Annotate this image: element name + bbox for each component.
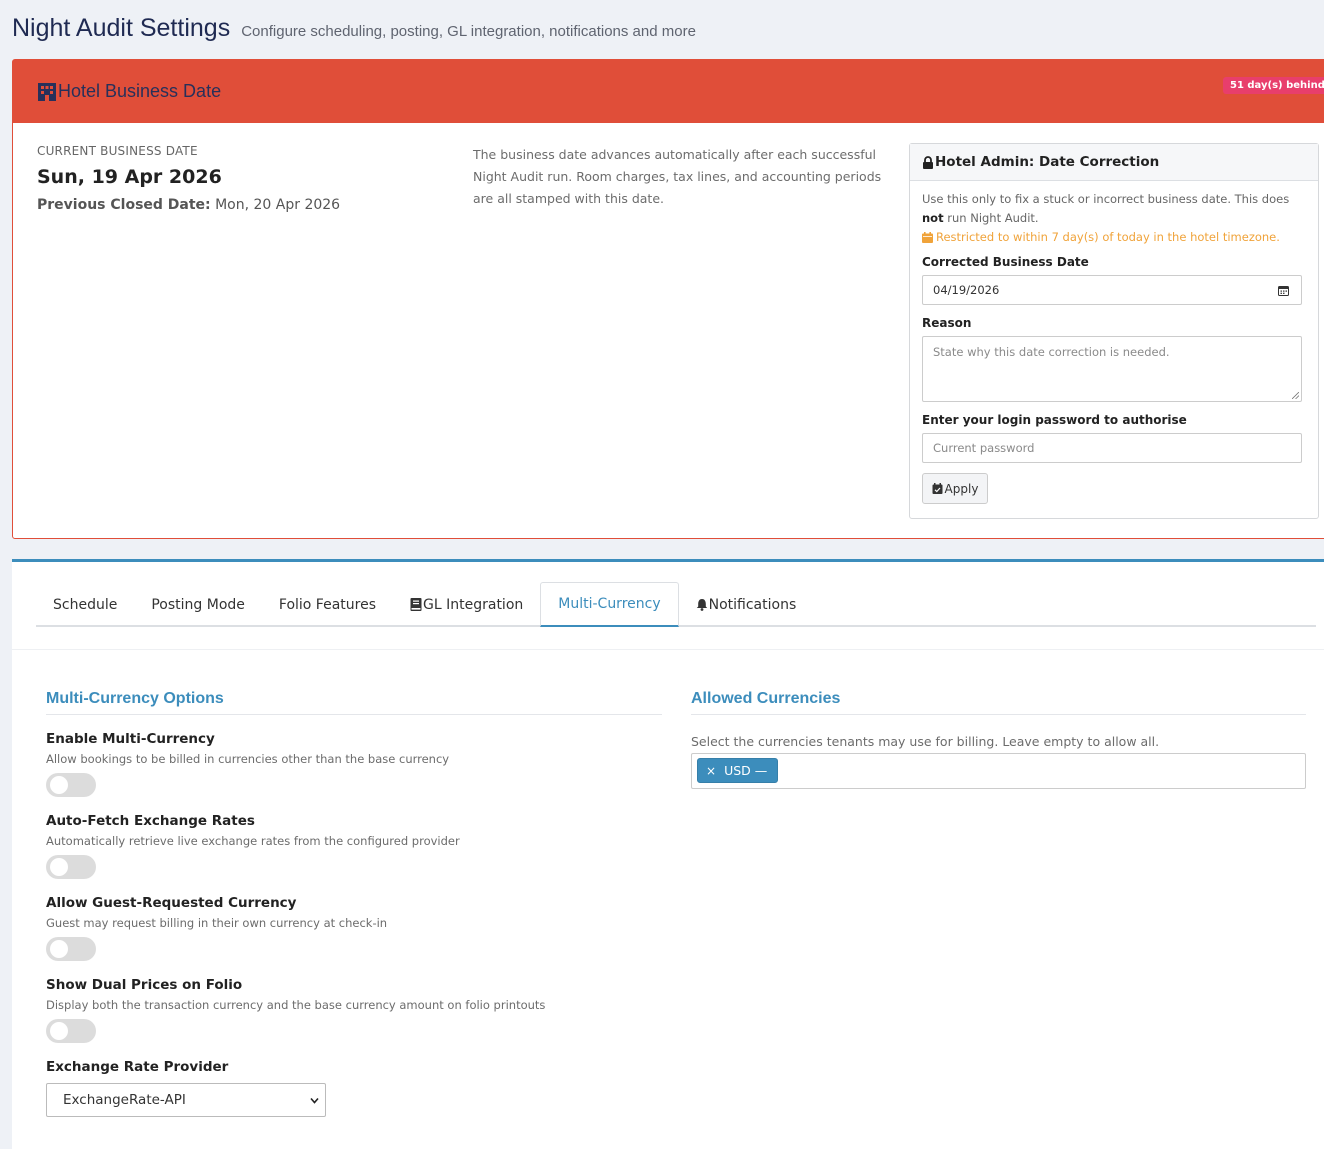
option-guest-requested-currency: Allow Guest-Requested Currency Guest may… (46, 895, 662, 961)
tab-notifications[interactable]: Notifications (679, 582, 814, 627)
exchange-rate-provider-select[interactable]: ExchangeRate-API (46, 1083, 326, 1117)
settings-card: Schedule Posting Mode Folio Features GL … (12, 559, 1324, 1149)
chevron-down-icon (310, 1097, 319, 1104)
business-date-title: Hotel Business Date (37, 81, 221, 102)
days-behind-badge: 51 day(s) behind (1223, 77, 1324, 94)
enable-multi-currency-toggle[interactable] (46, 773, 96, 797)
dual-prices-toggle[interactable] (46, 1019, 96, 1043)
tab-label: Multi-Currency (558, 596, 661, 612)
tab-label: Folio Features (278, 596, 377, 613)
option-description: Display both the transaction currency an… (46, 998, 546, 1012)
business-date-description: The business date advances automatically… (473, 147, 882, 206)
option-auto-fetch-rates: Auto-Fetch Exchange Rates Automatically … (46, 813, 662, 879)
tab-schedule[interactable]: Schedule (36, 582, 134, 627)
tab-label: Posting Mode (151, 596, 245, 613)
option-exchange-rate-provider: Exchange Rate Provider ExchangeRate-API (46, 1059, 662, 1117)
hotel-icon (38, 82, 56, 101)
calendar-check-icon (932, 483, 943, 494)
multi-currency-options: Multi-Currency Options Enable Multi-Curr… (46, 690, 662, 1117)
tab-label: Schedule (53, 596, 118, 613)
provider-label: Exchange Rate Provider (46, 1059, 229, 1075)
current-date-label: CURRENT BUSINESS DATE (37, 144, 198, 158)
corrected-date-label: Corrected Business Date (922, 255, 1089, 269)
current-date-value: Sun, 19 Apr 2026 (37, 166, 222, 188)
tab-folio-features[interactable]: Folio Features (262, 582, 393, 627)
option-description: Guest may request billing in their own c… (46, 916, 388, 930)
allowed-currencies-help: Select the currencies tenants may use fo… (691, 734, 1160, 749)
calendar-icon (922, 232, 933, 243)
password-input[interactable]: Current password (922, 433, 1302, 463)
tab-multi-currency[interactable]: Multi-Currency (540, 582, 679, 627)
tab-posting-mode[interactable]: Posting Mode (134, 582, 262, 627)
reason-textarea[interactable]: State why this date correction is needed… (922, 336, 1302, 402)
option-description: Automatically retrieve live exchange rat… (46, 834, 460, 848)
page-subtitle: Configure scheduling, posting, GL integr… (241, 23, 696, 40)
bell-icon (696, 599, 707, 611)
date-correction-title: Hotel Admin: Date Correction (935, 154, 1160, 170)
currency-multiselect[interactable]: × USD — (691, 753, 1306, 789)
password-label: Enter your login password to authorise (922, 413, 1187, 427)
tab-label: Notifications (708, 596, 797, 613)
help-text-bold: not (922, 211, 944, 225)
corrected-date-input[interactable]: 04/19/2026 (922, 275, 1302, 305)
tab-gl-integration[interactable]: GL Integration (393, 582, 540, 627)
option-title: Allow Guest-Requested Currency (46, 895, 297, 911)
business-date-title-text: Hotel Business Date (58, 81, 222, 101)
option-description: Allow bookings to be billed in currencie… (46, 752, 450, 766)
tabs-divider (12, 649, 1324, 650)
previous-closed-label: Previous Closed Date: (37, 197, 211, 213)
settings-tabs: Schedule Posting Mode Folio Features GL … (36, 582, 1316, 627)
currency-chip: × USD — (697, 758, 779, 783)
auto-fetch-rates-toggle[interactable] (46, 855, 96, 879)
business-date-header: Hotel Business Date 51 day(s) behind (13, 60, 1324, 123)
corrected-date-value: 04/19/2026 (933, 283, 1000, 297)
allowed-currencies: Allowed Currencies Select the currencies… (691, 690, 1306, 789)
help-text-a: Use this only to fix a stuck or incorrec… (922, 192, 1290, 206)
tab-label: GL Integration (423, 596, 524, 613)
option-title: Show Dual Prices on Folio (46, 977, 243, 993)
reason-label: Reason (922, 316, 972, 330)
remove-chip-icon[interactable]: × (706, 764, 716, 778)
provider-value: ExchangeRate-API (63, 1092, 186, 1108)
chip-label: USD — (724, 763, 768, 778)
previous-closed-value: Mon, 20 Apr 2026 (210, 197, 341, 213)
previous-closed-date: Previous Closed Date: Mon, 20 Apr 2026 (37, 197, 340, 213)
option-dual-prices: Show Dual Prices on Folio Display both t… (46, 977, 662, 1043)
help-text-b: run Night Audit. (943, 211, 1039, 225)
page-title: Night Audit Settings (12, 14, 231, 42)
option-title: Auto-Fetch Exchange Rates (46, 813, 255, 829)
multi-currency-section-title: Multi-Currency Options (46, 690, 662, 715)
guest-requested-currency-toggle[interactable] (46, 937, 96, 961)
allowed-currencies-section-title: Allowed Currencies (691, 690, 1306, 715)
reason-placeholder: State why this date correction is needed… (933, 345, 1170, 359)
password-placeholder: Current password (933, 441, 1035, 455)
book-icon (410, 598, 422, 611)
option-title: Enable Multi-Currency (46, 731, 215, 747)
current-date-block: CURRENT BUSINESS DATE Sun, 19 Apr 2026 P… (37, 144, 340, 213)
apply-button[interactable]: Apply (922, 473, 988, 504)
business-date-card: Hotel Business Date 51 day(s) behind CUR… (12, 59, 1324, 539)
date-correction-help: Use this only to fix a stuck or incorrec… (922, 190, 1306, 228)
apply-label: Apply (944, 481, 979, 496)
date-correction-panel: Hotel Admin: Date Correction Use this on… (909, 143, 1319, 519)
resize-grip-icon[interactable] (1292, 392, 1299, 399)
restriction-text: Restricted to within 7 day(s) of today i… (936, 230, 1280, 244)
restriction-note: Restricted to within 7 day(s) of today i… (922, 228, 1306, 247)
option-enable-multi-currency: Enable Multi-Currency Allow bookings to … (46, 731, 662, 797)
date-picker-icon[interactable] (1278, 285, 1289, 296)
page-header: Night Audit Settings Configure schedulin… (12, 14, 696, 43)
lock-icon (923, 155, 933, 169)
date-correction-header: Hotel Admin: Date Correction (910, 144, 1318, 181)
